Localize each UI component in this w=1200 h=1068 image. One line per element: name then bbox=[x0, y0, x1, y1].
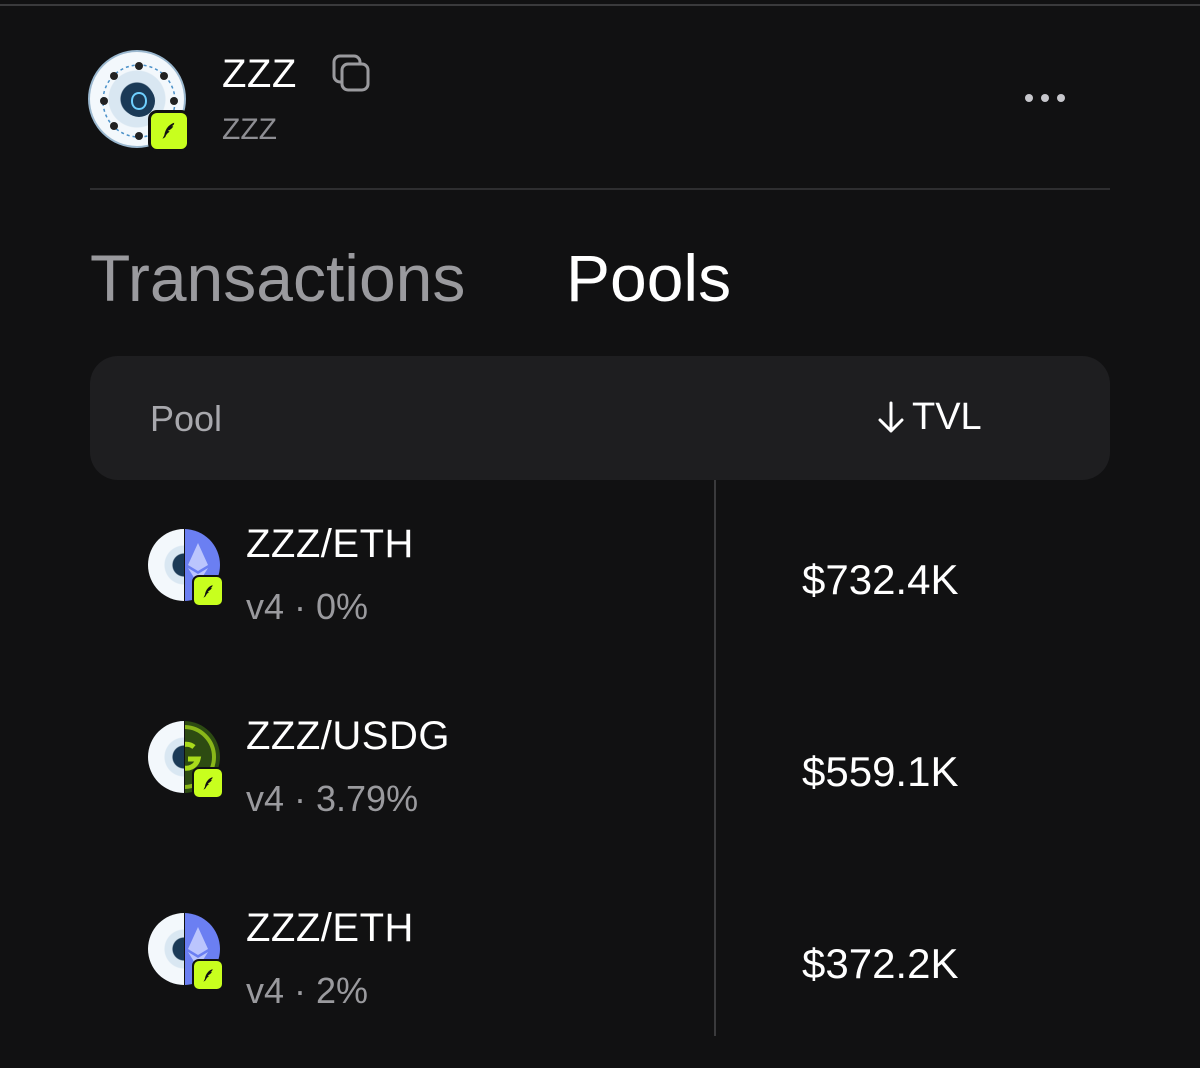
pair-icon bbox=[148, 721, 224, 799]
header-divider bbox=[90, 188, 1110, 190]
pool-version-fee: v4 · 0% bbox=[246, 586, 369, 627]
pool-pair-name: ZZZ/ETH bbox=[246, 906, 414, 950]
more-options-button[interactable] bbox=[1010, 80, 1080, 116]
quill-badge-icon bbox=[192, 575, 224, 607]
dot bbox=[1057, 94, 1065, 102]
pool-tvl: $559.1K bbox=[802, 748, 959, 795]
pool-version-fee: v4 · 3.79% bbox=[246, 778, 419, 819]
pool-row[interactable]: ZZZ/ETH v4 · 2% $372.2K bbox=[90, 888, 1110, 1068]
token-name: ZZZ bbox=[222, 52, 297, 96]
column-header-pool: Pool bbox=[150, 398, 223, 439]
pair-icon bbox=[148, 529, 224, 607]
quill-badge-icon bbox=[192, 959, 224, 991]
top-border bbox=[0, 4, 1200, 6]
pair-icon bbox=[148, 913, 224, 991]
quill-badge-icon bbox=[148, 110, 190, 152]
column-header-tvl-sort[interactable]: TVL bbox=[874, 396, 982, 439]
token-avatar bbox=[88, 50, 190, 152]
pool-tvl: $732.4K bbox=[802, 556, 959, 603]
quill-badge-icon bbox=[192, 767, 224, 799]
pool-row[interactable]: ZZZ/ETH v4 · 0% $732.4K bbox=[90, 504, 1110, 684]
column-header-tvl: TVL bbox=[912, 396, 982, 438]
pool-pair-name: ZZZ/ETH bbox=[246, 522, 414, 566]
copy-icon[interactable] bbox=[330, 52, 374, 96]
pool-pair-name: ZZZ/USDG bbox=[246, 714, 450, 758]
pool-tvl: $372.2K bbox=[802, 940, 959, 987]
table-header: Pool TVL bbox=[90, 356, 1110, 480]
pool-version-fee: v4 · 2% bbox=[246, 970, 369, 1011]
dot bbox=[1025, 94, 1033, 102]
tab-transactions[interactable]: Transactions bbox=[90, 240, 465, 316]
tab-pools[interactable]: Pools bbox=[566, 240, 731, 316]
pool-row[interactable]: ZZZ/USDG v4 · 3.79% $559.1K bbox=[90, 696, 1110, 876]
dot bbox=[1041, 94, 1049, 102]
token-symbol: ZZZ bbox=[222, 113, 277, 146]
arrow-down-icon bbox=[878, 401, 904, 432]
